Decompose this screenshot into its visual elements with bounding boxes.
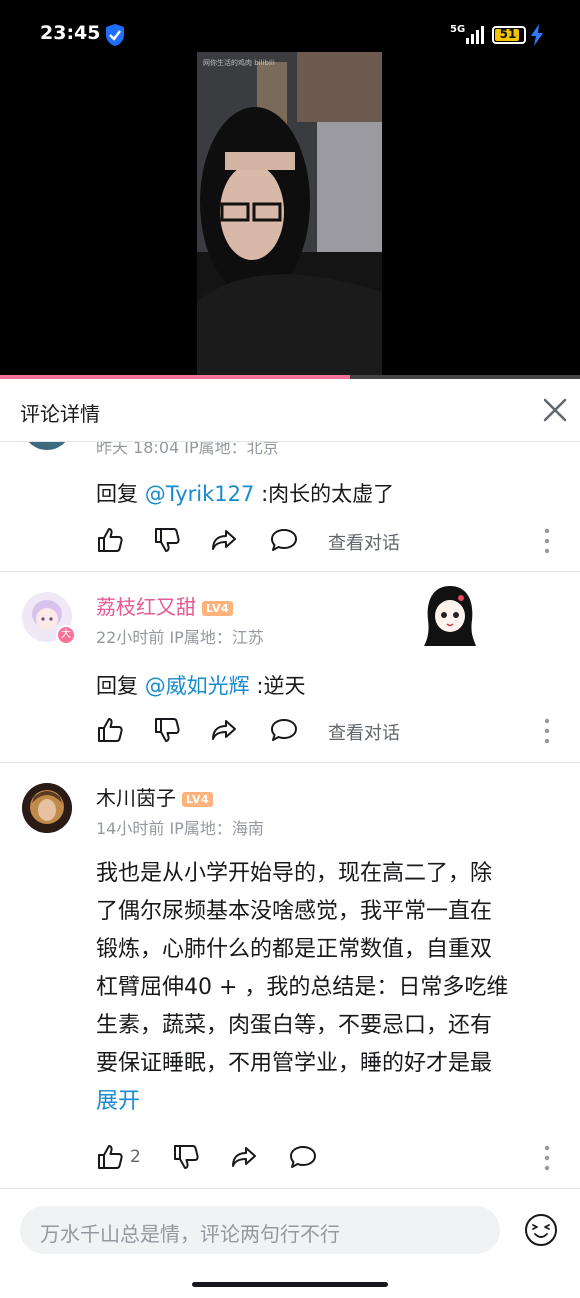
expand-button[interactable]: 展开 (96, 1083, 556, 1121)
reply-content: :肉长的太虚了 (254, 482, 395, 506)
avatar[interactable] (22, 442, 72, 450)
battery-icon: 51 (492, 26, 526, 44)
comment-line: 锻炼，心肺什么的都是正常数值，自重双 (96, 937, 493, 962)
comment-body: 我也是从小学开始导的，现在高二了，除 了偶尔尿频基本没啥感觉，我平常一直在 锻炼… (96, 855, 556, 1121)
battery-level: 51 (499, 27, 517, 41)
vip-badge: 大 (56, 625, 76, 645)
status-time: 23:45 (40, 22, 101, 44)
avatar-pendant-sticker (424, 586, 476, 646)
mention-link[interactable]: @威如光辉 (145, 674, 250, 698)
comment-icon[interactable] (270, 526, 298, 554)
reply-prefix: 回复 (96, 674, 145, 698)
comment-meta: 22小时前 IP属地：江苏 (96, 628, 264, 647)
comment-actions: 查看对话 (96, 526, 566, 556)
reply-text: 回复 @威如光辉 :逆天 (96, 670, 305, 700)
view-conversation-button[interactable]: 查看对话 (328, 529, 400, 555)
video-frame[interactable]: 网你生活的鸡肉 bilibili (197, 52, 382, 378)
username[interactable]: 木川茵子 LV4 (96, 782, 214, 811)
charging-icon (531, 24, 543, 46)
comment-meta: 14小时前 IP属地：海南 (96, 819, 264, 838)
like-count: 2 (130, 1147, 141, 1167)
share-icon[interactable] (210, 526, 238, 554)
comment-meta: 昨天 18:04 IP属地：北京 (96, 442, 279, 457)
comment-icon[interactable] (270, 716, 298, 744)
reply-item: 木川茵子 LV4 14小时前 IP属地：海南 我也是从小学开始导的，现在高二了，除… (0, 763, 580, 1188)
reply-item: 昨天 18:04 IP属地：北京 回复 @Tyrik127 :肉长的太虚了 查看… (0, 442, 580, 570)
username-text[interactable]: 荔枝红又甜 (96, 595, 196, 619)
comment-line: 了偶尔尿频基本没啥感觉，我平常一直在 (96, 899, 493, 924)
home-indicator[interactable] (192, 1282, 388, 1287)
comment-actions: 查看对话 (96, 716, 566, 746)
comment-actions: 2 (96, 1143, 566, 1173)
reply-item: 大 荔枝红又甜 LV4 22小时前 IP属地：江苏 回复 @威如光辉 :逆天 查看… (0, 572, 580, 760)
share-icon[interactable] (210, 716, 238, 744)
like-icon[interactable] (96, 716, 124, 744)
share-icon[interactable] (230, 1143, 258, 1171)
dislike-icon[interactable] (153, 716, 181, 744)
view-conversation-button[interactable]: 查看对话 (328, 719, 400, 745)
emoji-icon[interactable] (524, 1213, 558, 1247)
level-badge: LV4 (182, 792, 214, 807)
video-thumbnail-image (197, 52, 382, 378)
dislike-icon[interactable] (153, 526, 181, 554)
reply-text: 回复 @Tyrik127 :肉长的太虚了 (96, 478, 394, 508)
comment-input-bar: 万水千山总是情，评论两句行不行 (0, 1188, 580, 1298)
like-icon[interactable] (96, 526, 124, 554)
comment-detail-header: 评论详情 (0, 379, 580, 442)
reply-content: :逆天 (249, 674, 306, 698)
more-icon[interactable] (544, 528, 550, 554)
dislike-icon[interactable] (172, 1143, 200, 1171)
network-type: 5G (450, 24, 466, 35)
close-icon[interactable] (540, 395, 570, 425)
comment-line: 生素，蔬菜，肉蛋白等，不要忌口，还有 (96, 1013, 493, 1038)
more-icon[interactable] (544, 718, 550, 744)
avatar-image (22, 783, 72, 833)
level-badge: LV4 (202, 601, 234, 616)
comment-line: 要保证睡眠，不用管学业，睡的好才是最 (96, 1051, 493, 1076)
comment-line: 我也是从小学开始导的，现在高二了，除 (96, 861, 493, 886)
username[interactable]: 荔枝红又甜 LV4 (96, 591, 234, 620)
avatar[interactable] (22, 783, 72, 833)
comment-line: 杠臂屈伸40 + ，我的总结是：日常多吃维 (96, 975, 509, 1000)
reply-prefix: 回复 (96, 482, 145, 506)
page-title: 评论详情 (20, 402, 100, 426)
mention-link[interactable]: @Tyrik127 (145, 482, 255, 506)
comment-input-placeholder: 万水千山总是情，评论两句行不行 (40, 1222, 340, 1246)
comment-input[interactable]: 万水千山总是情，评论两句行不行 (20, 1206, 500, 1254)
like-icon[interactable] (96, 1143, 124, 1171)
comment-icon[interactable] (289, 1143, 317, 1171)
shield-icon (106, 24, 124, 46)
signal-icon (466, 26, 484, 44)
username-text[interactable]: 木川茵子 (96, 786, 176, 810)
more-icon[interactable] (544, 1145, 550, 1171)
status-bar: 23:45 5G 51 (0, 0, 580, 70)
